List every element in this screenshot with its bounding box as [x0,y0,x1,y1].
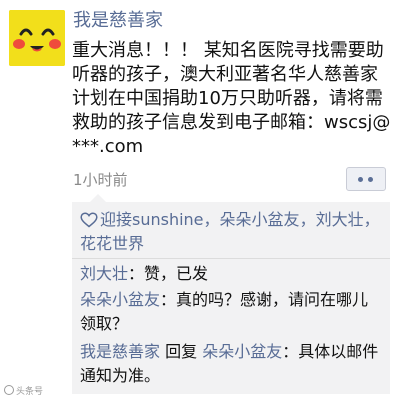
comment-author[interactable]: 刘大壮 [80,264,128,283]
reply-word: 回复 [165,342,198,361]
post-text: 重大消息！！！ 某知名医院寻找需要助听器的孩子，澳大利亚著名华人慈善家计划在中国… [72,40,391,157]
watermark: 头条号 [4,385,43,398]
watermark-logo-icon [4,385,14,395]
comment-author[interactable]: 我是慈善家 [80,342,160,361]
comment-item[interactable]: 朵朵小盆友：真的吗？感谢，请问在哪儿领取？ [80,288,380,336]
likes-separator: ， [299,210,316,229]
comment-item[interactable]: 我是慈善家 回复 朵朵小盆友：具体以邮件通知为准。 [80,340,380,388]
comment-colon: ： [128,264,145,283]
likes-divider [72,258,390,259]
liker-name[interactable]: 朵朵小盆友 [220,210,300,229]
comment-author[interactable]: 朵朵小盆友 [80,290,160,309]
heart-outline-icon [80,212,98,228]
smiley-face-avatar-icon [9,10,65,66]
likes-separator: ， [203,210,220,229]
comment-colon: ： [282,342,299,361]
likes-separator: ， [363,210,380,229]
liker-name[interactable]: 刘大壮 [316,210,364,229]
likes-row: 迎接sunshine，朵朵小盆友，刘大壮，花花世界 [80,208,380,256]
liker-name[interactable]: 花花世界 [80,234,144,253]
comment-box: 迎接sunshine，朵朵小盆友，刘大壮，花花世界 刘大壮：赞，已发 朵朵小盆友… [72,194,390,394]
watermark-text: 头条号 [16,387,44,397]
liker-name[interactable]: 迎接sunshine [100,210,204,229]
more-button[interactable] [346,167,386,191]
comment-reply-to[interactable]: 朵朵小盆友 [202,342,282,361]
comment-text: 赞，已发 [144,264,209,283]
avatar[interactable] [9,10,65,66]
moments-post: 我是慈善家 重大消息！！！ 某知名医院寻找需要助听器的孩子，澳大利亚著名华人慈善… [0,0,402,404]
comment-item[interactable]: 刘大壮：赞，已发 [80,262,380,286]
comment-colon: ： [160,290,177,309]
post-timestamp: 1小时前 [73,171,128,189]
more-dots-icon [358,177,363,182]
more-dots-icon [368,177,373,182]
post-username[interactable]: 我是慈善家 [73,9,163,33]
